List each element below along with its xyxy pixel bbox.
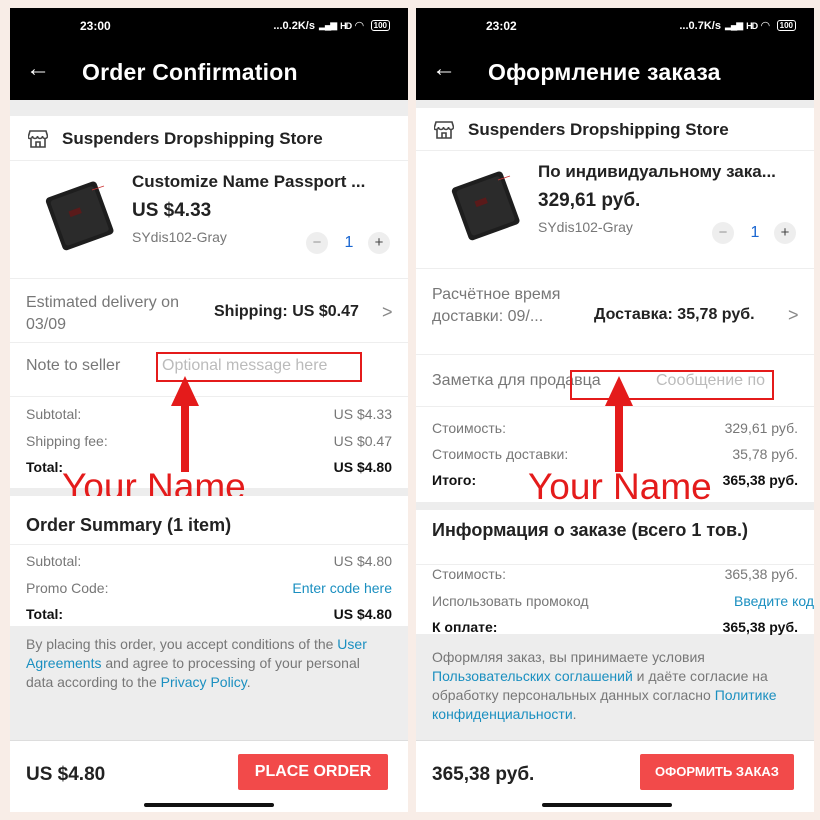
store-card: Suspenders Dropshipping Store Customize … [10,116,408,488]
product-name[interactable]: По индивидуальному зака... [538,162,800,182]
header: ← Order Confirmation [10,40,408,100]
summary-total-label: К оплате: [432,619,498,635]
product-sku: SYdis102-Gray [132,229,227,245]
store-icon [28,130,48,148]
network-speed: ...0.7K/s [679,19,721,32]
quantity-increase-button[interactable]: + [368,232,390,254]
shipping-fee-label: Стоимость доставки: [432,446,569,462]
summary-subtotal-label: Subtotal: [26,553,82,569]
order-summary-title: Информация о заказе (всего 1 тов.) [432,520,749,540]
shipping-cost[interactable]: Доставка: 35,78 руб. [594,306,755,324]
store-name[interactable]: Suspenders Dropshipping Store [62,129,323,149]
status-time: 23:02 [486,19,517,33]
promo-code-label: Promo Code: [26,580,109,596]
shipping-fee-label: Shipping fee: [26,433,108,449]
home-indicator[interactable] [542,803,672,807]
product-price: US $4.33 [132,200,212,221]
product-price: 329,61 руб. [538,190,641,211]
quantity-decrease-button[interactable]: − [712,222,734,244]
network-type: HD [340,20,352,31]
shipping-cost[interactable]: Shipping: US $0.47 [214,303,359,321]
annotation-your-name: Your Name [528,466,712,507]
quantity-value: 1 [344,234,354,251]
battery-icon: 100 [370,20,390,31]
shipping-fee-value: 35,78 руб. [732,446,798,462]
subtotal-value: 329,61 руб. [724,420,798,436]
checkout-total: US $4.80 [26,764,106,785]
legal-notice: Оформляя заказ, вы принимаете условия По… [432,649,777,722]
product-image[interactable] [440,164,530,244]
product-name[interactable]: Customize Name Passport ... [132,172,394,192]
chevron-right-icon[interactable]: > [382,302,393,323]
product-image[interactable] [34,174,124,254]
home-indicator[interactable] [144,803,274,807]
store-name[interactable]: Suspenders Dropshipping Store [468,120,729,140]
enter-promo-code-link[interactable]: Enter code here [292,580,392,596]
network-type: HD [746,20,758,31]
back-arrow-icon[interactable]: ← [26,55,50,83]
wifi-icon: ◠ [761,20,770,32]
total-label: Total: [26,459,64,475]
total-value: US $4.80 [333,459,392,475]
annotation-arrow [171,376,199,472]
page-title: Order Confirmation [82,59,298,85]
status-bar: 23:00 ...0.2K/s ▂▄▆ HD ◠ 100 [10,8,408,40]
order-summary-title: Order Summary (1 item) [26,515,232,535]
promo-code-label: Использовать промокод [432,593,589,609]
total-label: Итого: [432,472,477,488]
status-time: 23:00 [80,19,111,33]
quantity-decrease-button[interactable]: − [306,232,328,254]
summary-subtotal-label: Стоимость: [432,566,506,582]
note-to-seller-label: Note to seller [26,357,121,374]
header: ← Оформление заказа [416,40,814,100]
shipping-fee-value: US $0.47 [333,433,392,449]
summary-total-value: 365,38 руб. [722,619,798,635]
summary-total-value: US $4.80 [333,606,392,622]
summary-total-label: Total: [26,606,64,622]
order-summary-card: Информация о заказе (всего 1 тов.) Стоим… [416,510,814,635]
subtotal-label: Стоимость: [432,420,506,436]
store-icon [434,121,454,139]
back-arrow-icon[interactable]: ← [432,55,456,83]
order-confirmation-screen-en: 23:00 ...0.2K/s ▂▄▆ HD ◠ 100 ← Order Con… [10,8,408,812]
total-value: 365,38 руб. [722,472,798,488]
estimated-delivery: Estimated delivery on 03/09 [26,294,179,333]
annotation-arrow [605,376,633,472]
status-bar: 23:02 ...0.7K/s ▂▄▆ HD ◠ 100 [416,8,814,40]
chevron-right-icon[interactable]: > [788,305,799,326]
product-sku: SYdis102-Gray [538,219,633,235]
order-summary-card: Order Summary (1 item) Subtotal: US $4.8… [10,496,408,626]
privacy-policy-link[interactable]: Privacy Policy [161,674,247,690]
summary-subtotal-value: US $4.80 [333,553,392,569]
wifi-icon: ◠ [355,20,364,32]
place-order-button[interactable]: ОФОРМИТЬ ЗАКАЗ [640,754,794,790]
subtotal-label: Subtotal: [26,406,82,422]
battery-icon: 100 [776,20,796,31]
quantity-value: 1 [750,224,760,241]
signal-icon: ▂▄▆ [318,20,337,30]
estimated-delivery: Расчётное время доставки: 09/... [432,286,561,325]
subtotal-value: US $4.33 [333,406,392,422]
place-order-button[interactable]: PLACE ORDER [238,754,388,790]
highlight-box [570,370,774,400]
order-confirmation-screen-ru: 23:02 ...0.7K/s ▂▄▆ HD ◠ 100 ← Оформлени… [416,8,814,812]
enter-promo-code-link[interactable]: Введите код [734,593,814,609]
checkout-bar: 365,38 руб. ОФОРМИТЬ ЗАКАЗ [416,740,814,812]
quantity-increase-button[interactable]: + [774,222,796,244]
network-speed: ...0.2K/s [273,19,315,32]
checkout-bar: US $4.80 PLACE ORDER [10,740,408,812]
page-title: Оформление заказа [488,59,721,85]
user-agreements-link[interactable]: Пользовательских соглашений [432,668,633,684]
summary-subtotal-value: 365,38 руб. [724,566,798,582]
legal-notice: By placing this order, you accept condit… [26,636,367,690]
signal-icon: ▂▄▆ [724,20,743,30]
checkout-total: 365,38 руб. [432,764,535,785]
